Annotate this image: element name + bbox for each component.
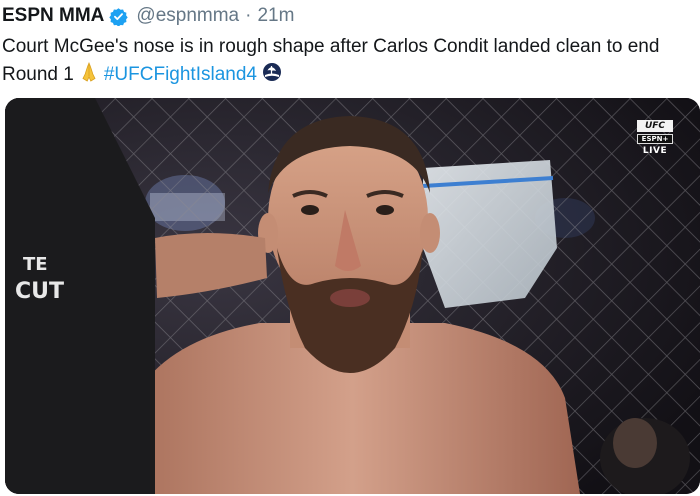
verified-badge-icon: [109, 7, 129, 26]
tweet-text-main: Court McGee's nose is in rough shape aft…: [2, 36, 660, 85]
shirt-text-1: TE: [23, 254, 48, 275]
hashtag-link[interactable]: #UFCFightIsland4: [104, 64, 257, 85]
espn-plus-logo: ESPN+: [637, 134, 673, 144]
author-name[interactable]: ESPN MMA: [2, 5, 104, 27]
shirt-text-2: CUT: [15, 279, 64, 304]
live-label: LIVE: [642, 146, 668, 156]
tweet-media-image[interactable]: TE CUT UFC ESPN+ LIVE: [5, 98, 700, 494]
folded-hands-emoji: [79, 62, 99, 91]
author-handle[interactable]: @espnmma: [136, 5, 239, 27]
ufc-fight-island-hashflag-icon: [262, 62, 282, 91]
tweet-timestamp[interactable]: 21m: [257, 5, 294, 27]
broadcast-bug: UFC ESPN+ LIVE: [636, 120, 674, 156]
tweet-text: Court McGee's nose is in rough shape aft…: [2, 33, 692, 91]
ufc-logo: UFC: [637, 120, 673, 132]
separator-dot: ·: [245, 5, 252, 26]
tweet-header: ESPN MMA @espnmma · 21m: [2, 3, 294, 29]
fighter-photo: TE CUT: [5, 98, 700, 494]
